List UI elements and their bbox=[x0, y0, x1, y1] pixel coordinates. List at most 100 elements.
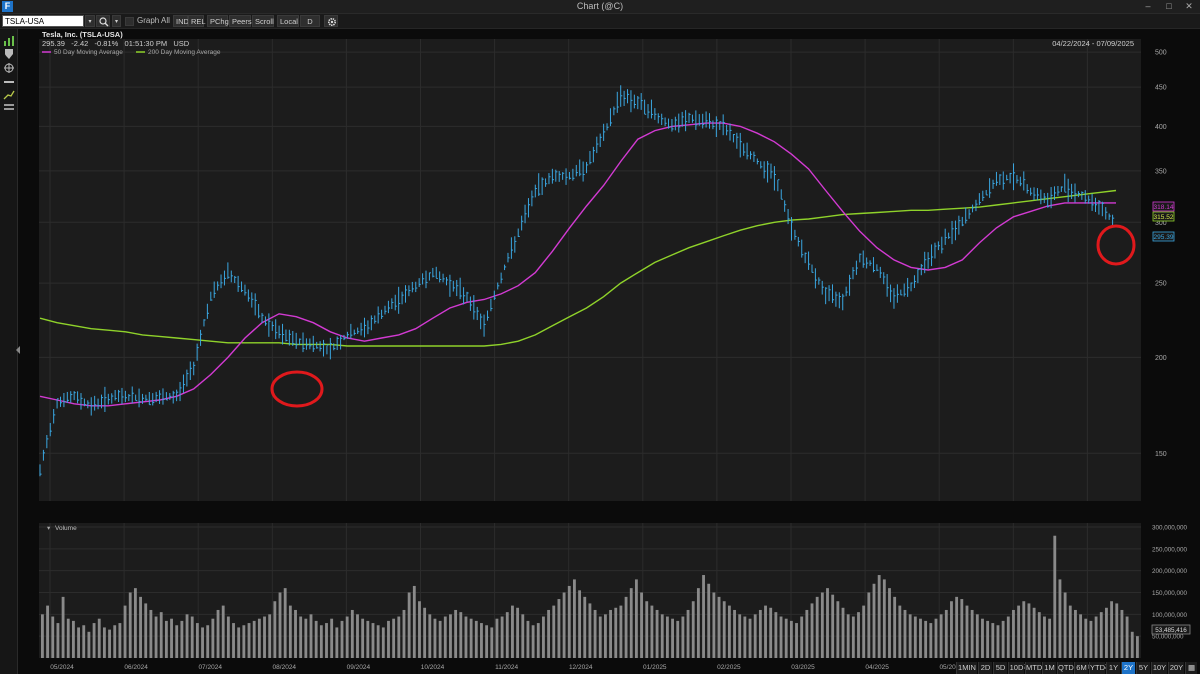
window-title: Chart (@C) bbox=[576, 1, 624, 11]
period-button-ytd[interactable]: YTD bbox=[1089, 662, 1105, 674]
chart-bars-icon[interactable] bbox=[3, 33, 15, 46]
period-button-6m[interactable]: 6M bbox=[1074, 662, 1088, 674]
volume-bar bbox=[1043, 616, 1046, 658]
volume-bar bbox=[712, 592, 716, 658]
volume-bar bbox=[257, 618, 261, 658]
period-button-5d[interactable]: 5D bbox=[993, 662, 1007, 674]
volume-bar bbox=[335, 627, 339, 658]
volume-bar bbox=[490, 627, 494, 658]
gear-icon[interactable] bbox=[324, 15, 338, 27]
volume-bar bbox=[485, 625, 489, 658]
volume-bar bbox=[428, 614, 432, 658]
title-bar: F Chart (@C) – □ ✕ bbox=[0, 0, 1200, 14]
volume-bar bbox=[614, 607, 618, 658]
quote-line: 295.39 -2.42 -0.81% 01:51:30 PM USD bbox=[42, 39, 190, 48]
volume-bar bbox=[826, 588, 829, 658]
volume-tick-label: 200,000,000 bbox=[1152, 568, 1188, 575]
volume-bar bbox=[381, 627, 385, 658]
volume-bar bbox=[552, 605, 556, 658]
period-button-1min[interactable]: 1MIN bbox=[956, 662, 977, 674]
volume-bar bbox=[1115, 603, 1119, 658]
graph-all-label: Graph All bbox=[137, 16, 170, 25]
layers-icon[interactable] bbox=[3, 100, 15, 110]
volume-bar bbox=[164, 620, 168, 658]
volume-bar bbox=[330, 618, 334, 658]
volume-bar bbox=[495, 618, 499, 658]
volume-bar bbox=[733, 609, 736, 658]
local-button[interactable]: Local bbox=[277, 15, 299, 27]
volume-bar bbox=[345, 616, 349, 658]
maximize-button[interactable]: □ bbox=[1162, 0, 1176, 13]
volume-tick-label: 250,000,000 bbox=[1152, 546, 1188, 553]
symbol-dropdown-icon[interactable]: ▾ bbox=[85, 15, 95, 27]
volume-bar bbox=[1079, 614, 1083, 658]
volume-bar bbox=[340, 620, 344, 658]
volume-bar bbox=[836, 601, 840, 658]
volume-bar bbox=[660, 614, 664, 658]
ind-button[interactable]: IND bbox=[173, 15, 189, 27]
graph-all-checkbox[interactable] bbox=[125, 17, 134, 26]
volume-bar bbox=[185, 614, 189, 658]
period-button-10d[interactable]: 10D bbox=[1008, 662, 1024, 674]
shield-icon[interactable] bbox=[3, 46, 15, 59]
volume-bar bbox=[133, 588, 137, 658]
minimize-button[interactable]: – bbox=[1141, 0, 1155, 13]
frequency-button[interactable]: D bbox=[300, 15, 320, 27]
period-button-5y[interactable]: 5Y bbox=[1136, 662, 1150, 674]
line-tool-icon[interactable] bbox=[3, 74, 15, 84]
volume-bar bbox=[593, 609, 597, 658]
volume-label: Volume bbox=[55, 525, 77, 532]
volume-bar bbox=[149, 609, 153, 658]
volume-bar bbox=[118, 623, 122, 658]
volume-bar bbox=[970, 609, 974, 658]
security-name: Tesla, Inc. (TSLA-USA) bbox=[42, 30, 123, 39]
volume-bar bbox=[350, 609, 354, 658]
volume-bar bbox=[960, 599, 964, 658]
volume-bar bbox=[598, 616, 602, 658]
volume-bar bbox=[686, 609, 690, 658]
volume-bar bbox=[702, 575, 705, 658]
date-tick-label: 07/2024 bbox=[198, 664, 222, 671]
rel-button[interactable]: REL bbox=[188, 15, 206, 27]
volume-bar bbox=[459, 612, 463, 658]
volume-bar bbox=[1130, 631, 1134, 658]
volume-bar bbox=[418, 601, 421, 658]
volume-bar bbox=[423, 607, 427, 658]
volume-bar bbox=[738, 614, 742, 658]
close-button[interactable]: ✕ bbox=[1182, 0, 1196, 13]
period-button-1m[interactable]: 1M bbox=[1042, 662, 1056, 674]
scroll-button[interactable]: Scroll bbox=[252, 15, 274, 27]
period-button-20y[interactable]: 20Y bbox=[1168, 662, 1184, 674]
search-icon[interactable] bbox=[96, 15, 110, 27]
period-button-qtd[interactable]: QTD bbox=[1057, 662, 1074, 674]
volume-bar bbox=[531, 625, 535, 658]
period-button-10y[interactable]: 10Y bbox=[1151, 662, 1167, 674]
volume-bar bbox=[650, 605, 654, 658]
volume-bar bbox=[309, 614, 313, 658]
volume-last-value: 53,485,416 bbox=[1155, 627, 1187, 634]
price-chart[interactable]: 150200250300350400450500 05/2024 06/2024 0… bbox=[20, 29, 1200, 674]
volume-bar bbox=[764, 605, 767, 658]
period-button-1y[interactable]: 1Y bbox=[1106, 662, 1120, 674]
volume-bar bbox=[397, 616, 401, 658]
volume-bar bbox=[283, 588, 287, 658]
peers-button[interactable]: Peers bbox=[229, 15, 252, 27]
period-button-2y[interactable]: 2Y bbox=[1121, 662, 1135, 674]
period-button-mtd[interactable]: MTD bbox=[1025, 662, 1042, 674]
volume-bar bbox=[51, 616, 55, 658]
trend-icon[interactable] bbox=[3, 87, 15, 100]
volume-bar bbox=[294, 609, 297, 658]
volume-bar bbox=[944, 609, 948, 658]
symbol-input[interactable] bbox=[2, 15, 84, 27]
ma200-value-tag: 315.52 bbox=[1152, 211, 1175, 222]
volume-bar bbox=[769, 607, 773, 658]
volume-bar bbox=[841, 607, 845, 658]
period-button-2d[interactable]: 2D bbox=[978, 662, 992, 674]
chart-type-icon[interactable]: ▦ bbox=[1185, 662, 1197, 674]
crosshair-icon[interactable] bbox=[3, 60, 15, 73]
volume-bar bbox=[464, 616, 468, 658]
pchg-button[interactable]: PChg bbox=[207, 15, 229, 27]
search-dropdown-icon[interactable]: ▾ bbox=[112, 15, 121, 27]
volume-bar bbox=[758, 609, 762, 658]
volume-bar bbox=[645, 601, 649, 658]
